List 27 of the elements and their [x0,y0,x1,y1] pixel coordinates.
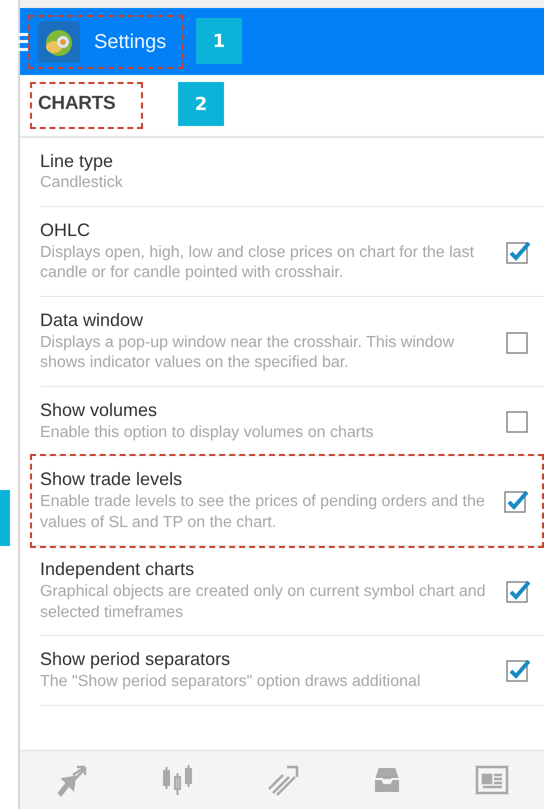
setting-title: Show volumes [40,399,158,422]
setting-description: Enable trade levels to see the prices of pending orders and the values of SL and TP on the chart. [40,492,486,533]
screen-title: Settings [94,30,166,54]
setting-title: Show trade levels [40,468,184,492]
setting-description: Displays open, high, low and close prices on chart for the last candle or for candle pointed with crosshair. [40,242,476,284]
setting-title: Show period separators [40,648,232,672]
menu-icon[interactable] [18,32,28,50]
setting-title: Independent charts [40,558,196,582]
checkbox[interactable] [506,240,530,264]
setting-description: The "Show period separators" option draws additional [40,672,422,692]
checkbox[interactable] [506,409,530,434]
checkbox[interactable] [504,488,528,513]
checkbox[interactable] [506,578,530,603]
callout-pointer [0,490,10,546]
app-logo-icon [38,20,80,62]
setting-title: Data window [40,309,144,332]
checkbox[interactable] [506,330,530,354]
setting-description: Graphical objects are created only on current symbol chart and selected timeframes [40,582,487,623]
callout-number: 2 [178,82,224,126]
setting-title: Line type [40,150,114,173]
setting-description: Displays a pop-up window near the crosshair. This window shows indicator values on the specified bar. [40,332,456,374]
setting-description: Enable this option to display volumes on charts [40,422,375,443]
section-heading: CHARTS [38,93,116,114]
callout-number: 1 [196,18,242,64]
setting-value: Candlestick [40,173,124,194]
setting-title: OHLC [40,219,92,242]
checkbox[interactable] [506,658,530,682]
